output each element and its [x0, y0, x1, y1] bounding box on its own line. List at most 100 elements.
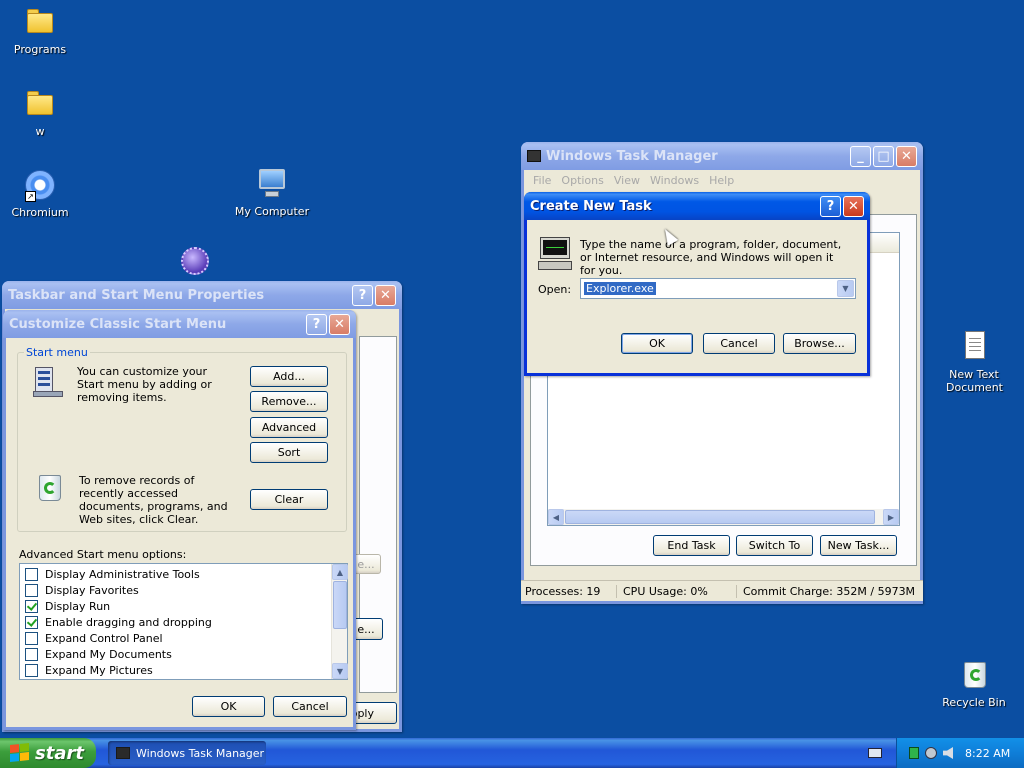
scroll-right-button[interactable]: ▶ [883, 509, 899, 525]
chevron-down-icon[interactable]: ▼ [837, 280, 854, 297]
menu-file[interactable]: File [528, 174, 556, 187]
recycle-bin-icon [957, 658, 991, 692]
status-processes: Processes: 19 [521, 584, 617, 598]
title-bar[interactable]: Customize Classic Start Menu ? ✕ [3, 310, 356, 338]
close-button[interactable]: ✕ [375, 284, 396, 306]
remove-button[interactable]: Remove... [250, 391, 328, 412]
help-button[interactable]: ? [820, 195, 841, 217]
advanced-button[interactable]: Advanced [250, 417, 328, 438]
tray-app-icon[interactable] [909, 747, 919, 759]
scroll-up-button[interactable]: ▲ [332, 564, 348, 580]
recycle-icon [36, 473, 64, 503]
checkbox[interactable] [25, 615, 38, 629]
close-icon: ✕ [901, 148, 912, 164]
new-task-button[interactable]: New Task... [820, 535, 897, 556]
clear-button[interactable]: Clear [250, 489, 328, 510]
text-document-icon [957, 330, 991, 364]
minimize-icon: _ [857, 148, 864, 164]
desktop-icon-programs[interactable]: Programs [0, 5, 80, 56]
dialog-description: Type the name of a program, folder, docu… [580, 238, 842, 277]
switch-to-button[interactable]: Switch To [736, 535, 813, 556]
list-item[interactable]: Expand My Pictures [20, 662, 331, 678]
desktop-icon-chromium[interactable]: ↗ Chromium [0, 168, 80, 219]
sort-button[interactable]: Sort [250, 442, 328, 463]
menu-view[interactable]: View [609, 174, 645, 187]
open-combobox[interactable]: Explorer.exe ▼ [580, 278, 856, 299]
desktop-icon-unnamed[interactable] [154, 245, 234, 283]
customize-start-menu-dialog: Customize Classic Start Menu ? ✕ Start m… [3, 310, 356, 730]
close-button[interactable]: ✕ [843, 195, 864, 217]
close-button[interactable]: ✕ [329, 313, 350, 335]
vertical-scrollbar[interactable]: ▲ ▼ [331, 564, 348, 679]
checkbox[interactable] [25, 567, 38, 581]
chromium-icon: ↗ [23, 168, 57, 202]
keyboard-icon[interactable] [868, 748, 882, 758]
options-rows: Display Administrative Tools Display Fav… [20, 566, 331, 678]
add-button[interactable]: Add... [250, 366, 328, 387]
tray-clock[interactable]: 8:22 AM [965, 747, 1010, 760]
status-cpu: CPU Usage: 0% [617, 584, 737, 598]
desktop-icon-new-text-document[interactable]: New Text Document [934, 330, 1014, 394]
option-label: Expand My Documents [45, 647, 172, 661]
taskbar-button-task-manager[interactable]: Windows Task Manager [108, 741, 266, 765]
desktop-icon-my-computer[interactable]: My Computer [232, 167, 312, 218]
taskbar-button-label: Windows Task Manager [136, 746, 265, 760]
scroll-thumb[interactable] [333, 581, 347, 629]
status-commit: Commit Charge: 352M / 5973M [743, 584, 916, 598]
advanced-options-label: Advanced Start menu options: [19, 548, 187, 561]
status-bar: Processes: 19 CPU Usage: 0% Commit Charg… [521, 580, 923, 601]
scroll-down-button[interactable]: ▼ [332, 663, 348, 679]
desktop-icon-label: New Text Document [946, 368, 1003, 394]
scroll-thumb[interactable] [565, 510, 875, 524]
open-label: Open: [538, 283, 572, 296]
close-icon: ✕ [334, 316, 345, 332]
start-button[interactable]: start [0, 738, 96, 768]
list-item[interactable]: Display Run [20, 598, 331, 614]
checkbox[interactable] [25, 583, 38, 597]
title-bar[interactable]: Create New Task ? ✕ [524, 192, 870, 220]
help-button[interactable]: ? [352, 284, 373, 306]
start-menu-group: Start menu You can customize your Start … [17, 346, 347, 532]
list-item[interactable]: Expand Control Panel [20, 630, 331, 646]
ok-button[interactable]: OK [621, 333, 693, 354]
help-button[interactable]: ? [306, 313, 327, 335]
globe-gear-icon [177, 245, 211, 279]
option-label: Display Administrative Tools [45, 567, 200, 581]
checkbox[interactable] [25, 663, 38, 677]
menu-windows[interactable]: Windows [645, 174, 704, 187]
folder-icon [23, 87, 57, 121]
window-title: Taskbar and Start Menu Properties [8, 287, 265, 303]
list-item[interactable]: Enable dragging and dropping [20, 614, 331, 630]
cancel-button[interactable]: Cancel [273, 696, 347, 717]
title-bar[interactable]: Taskbar and Start Menu Properties ? ✕ [2, 281, 402, 309]
list-item[interactable]: Display Administrative Tools [20, 566, 331, 582]
list-item[interactable]: Expand My Documents [20, 646, 331, 662]
checkbox[interactable] [25, 599, 38, 613]
checkbox[interactable] [25, 631, 38, 645]
list-item[interactable]: Display Favorites [20, 582, 331, 598]
minimize-button[interactable]: _ [850, 145, 871, 167]
advanced-options-list[interactable]: Display Administrative Tools Display Fav… [19, 563, 348, 680]
close-button[interactable]: ✕ [896, 145, 917, 167]
scroll-left-button[interactable]: ◀ [548, 509, 564, 525]
menu-options[interactable]: Options [556, 174, 608, 187]
end-task-button[interactable]: End Task [653, 535, 730, 556]
tray-speaker-icon[interactable] [943, 747, 953, 759]
open-input[interactable]: Explorer.exe [584, 282, 656, 295]
title-bar[interactable]: Windows Task Manager _ □ ✕ [521, 142, 923, 170]
browse-button[interactable]: Browse... [783, 333, 856, 354]
desktop-icon-w[interactable]: w [0, 87, 80, 138]
horizontal-scrollbar[interactable]: ◀ ▶ [548, 509, 899, 525]
option-label: Display Favorites [45, 583, 139, 597]
ok-button[interactable]: OK [192, 696, 265, 717]
apply-button[interactable]: Apply [343, 702, 397, 724]
checkbox[interactable] [25, 647, 38, 661]
cancel-button[interactable]: Cancel [703, 333, 775, 354]
windows-logo-icon [10, 743, 30, 763]
maximize-button[interactable]: □ [873, 145, 894, 167]
start-menu-icon [33, 367, 63, 397]
desktop-icon-recycle-bin[interactable]: Recycle Bin [934, 658, 1014, 709]
menu-help[interactable]: Help [704, 174, 739, 187]
tray-network-icon[interactable] [925, 747, 937, 759]
option-label: Expand My Pictures [45, 663, 153, 677]
